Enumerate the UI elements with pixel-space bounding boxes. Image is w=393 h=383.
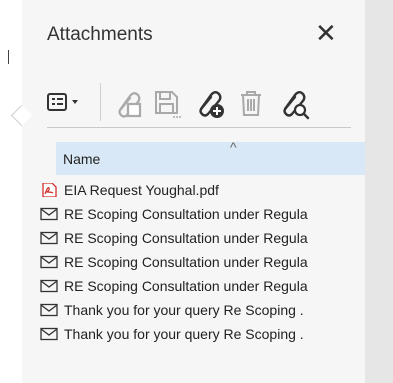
attachment-name: RE Scoping Consultation under Regula bbox=[64, 254, 308, 270]
delete-attachment-button[interactable] bbox=[234, 86, 268, 120]
sort-ascending-icon: ^ bbox=[230, 139, 237, 155]
attachment-name: EIA Request Youghal.pdf bbox=[64, 182, 219, 198]
list-item[interactable]: Thank you for your query Re Scoping . bbox=[40, 322, 358, 346]
add-attachment-button[interactable] bbox=[192, 86, 226, 120]
attachment-name: Thank you for your query Re Scoping . bbox=[64, 326, 304, 342]
attachment-name: RE Scoping Consultation under Regula bbox=[64, 278, 308, 294]
search-attachment-icon bbox=[283, 91, 310, 120]
right-gutter bbox=[365, 0, 393, 383]
chevron-down-icon bbox=[72, 100, 78, 104]
save-attachment-icon bbox=[155, 91, 181, 118]
list-item[interactable]: RE Scoping Consultation under Regula bbox=[40, 226, 358, 250]
attachment-name: Thank you for your query Re Scoping . bbox=[64, 302, 304, 318]
toolbar-divider bbox=[47, 127, 351, 128]
save-attachment-button[interactable] bbox=[150, 86, 184, 120]
panel-title: Attachments bbox=[47, 24, 153, 45]
email-icon bbox=[40, 327, 58, 341]
view-options-icon bbox=[47, 93, 67, 111]
list-item[interactable]: RE Scoping Consultation under Regula bbox=[40, 274, 358, 298]
view-options-button[interactable] bbox=[46, 88, 94, 118]
email-icon bbox=[40, 207, 58, 221]
list-item[interactable]: RE Scoping Consultation under Regula bbox=[40, 202, 358, 226]
add-attachment-icon bbox=[199, 91, 224, 118]
list-item[interactable]: RE Scoping Consultation under Regula bbox=[40, 250, 358, 274]
search-attachment-button[interactable] bbox=[277, 86, 311, 120]
pdf-icon bbox=[42, 183, 57, 197]
email-icon bbox=[40, 279, 58, 293]
toolbar-separator bbox=[100, 83, 101, 121]
close-button[interactable]: ✕ bbox=[315, 20, 337, 46]
left-strip bbox=[0, 0, 23, 383]
name-column-label: Name bbox=[63, 151, 101, 167]
attachment-name: RE Scoping Consultation under Regula bbox=[64, 230, 308, 246]
open-attachment-icon bbox=[118, 92, 142, 118]
name-column-header[interactable]: Name ^ bbox=[56, 139, 379, 175]
email-icon bbox=[40, 303, 58, 317]
attachment-name: RE Scoping Consultation under Regula bbox=[64, 206, 308, 222]
open-attachment-button[interactable] bbox=[110, 86, 144, 120]
list-item[interactable]: EIA Request Youghal.pdf bbox=[40, 178, 358, 202]
list-item[interactable]: Thank you for your query Re Scoping . bbox=[40, 298, 358, 322]
left-divider-mark bbox=[8, 50, 9, 64]
attachments-list: EIA Request Youghal.pdf RE Scoping Consu… bbox=[40, 178, 358, 346]
email-icon bbox=[40, 255, 58, 269]
delete-attachment-icon bbox=[241, 91, 261, 116]
email-icon bbox=[40, 231, 58, 245]
